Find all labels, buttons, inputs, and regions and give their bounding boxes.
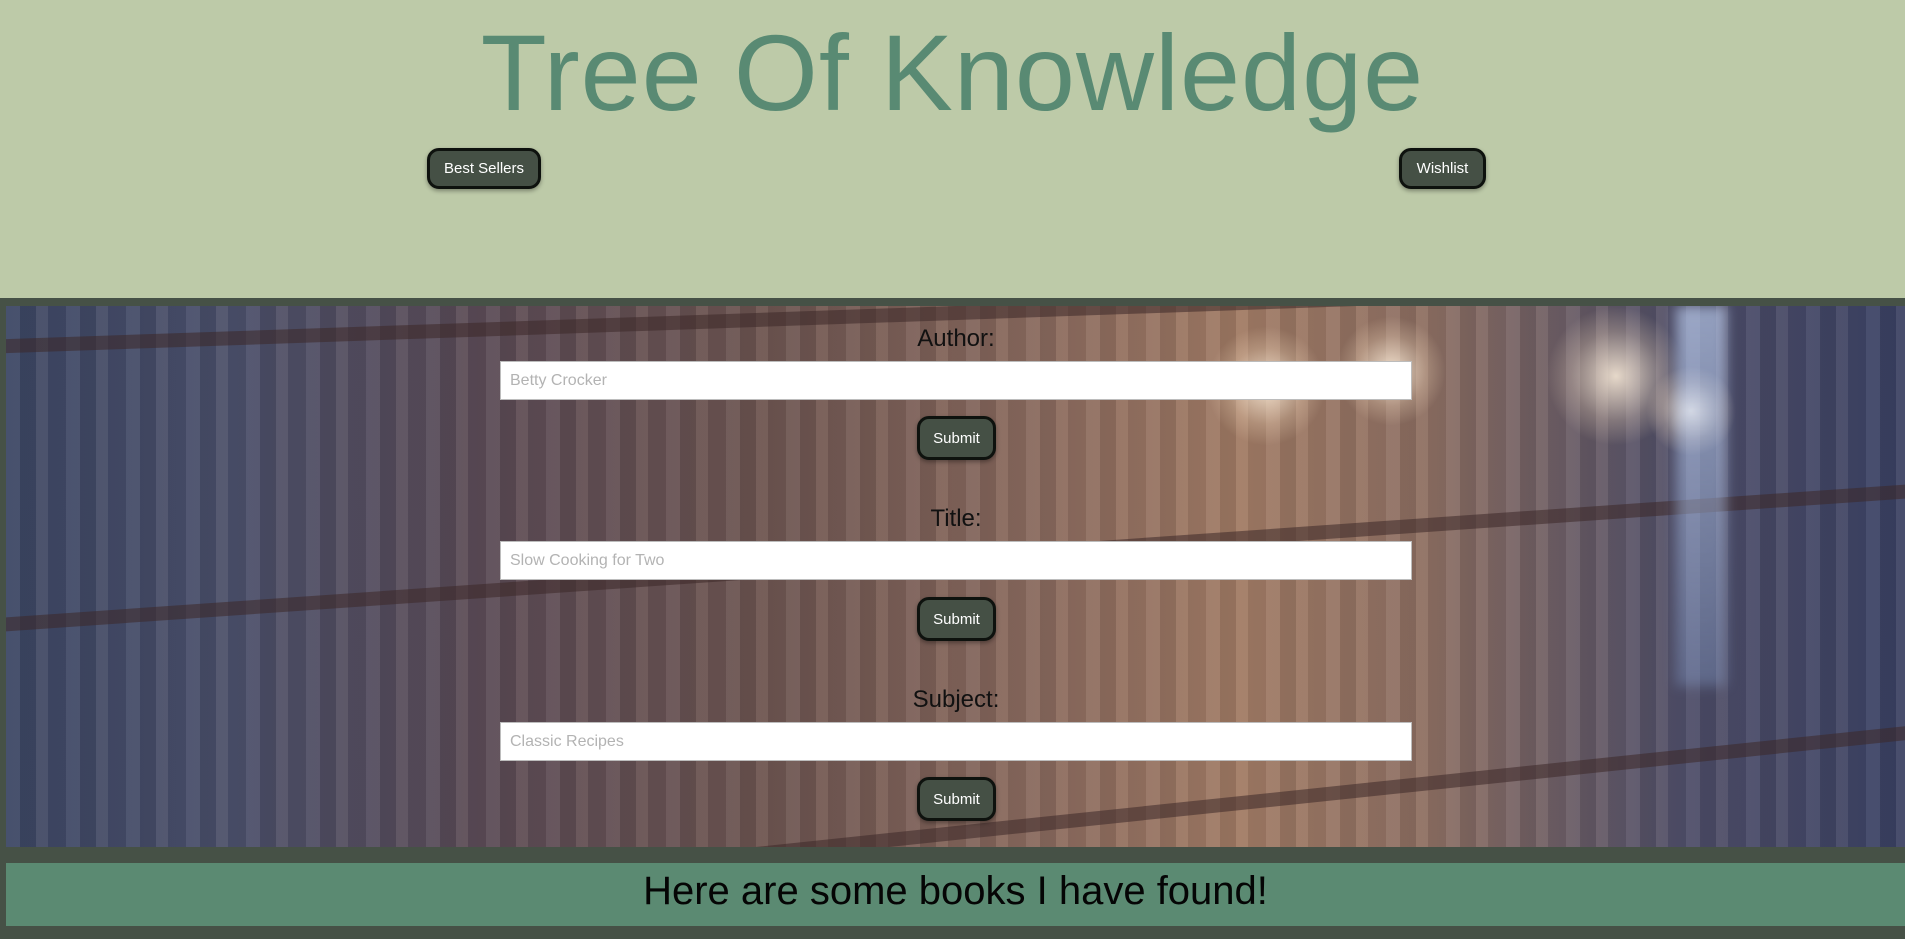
title-input[interactable] <box>500 541 1412 580</box>
wishlist-button[interactable]: Wishlist <box>1399 148 1486 189</box>
author-submit-button[interactable]: Submit <box>917 416 996 460</box>
subject-submit-button[interactable]: Submit <box>917 777 996 821</box>
best-sellers-button[interactable]: Best Sellers <box>427 148 541 189</box>
title-label: Title: <box>930 505 982 532</box>
results-heading: Here are some books I have found! <box>643 869 1268 913</box>
author-input[interactable] <box>500 361 1412 400</box>
results-banner: Here are some books I have found! <box>6 863 1905 926</box>
subject-input[interactable] <box>500 722 1412 761</box>
site-title: Tree Of Knowledge <box>480 12 1425 133</box>
title-submit-button[interactable]: Submit <box>917 597 996 641</box>
site-header: Tree Of Knowledge Best Sellers Wishlist <box>0 0 1905 298</box>
author-label: Author: <box>917 325 995 352</box>
subject-label: Subject: <box>912 686 1000 713</box>
